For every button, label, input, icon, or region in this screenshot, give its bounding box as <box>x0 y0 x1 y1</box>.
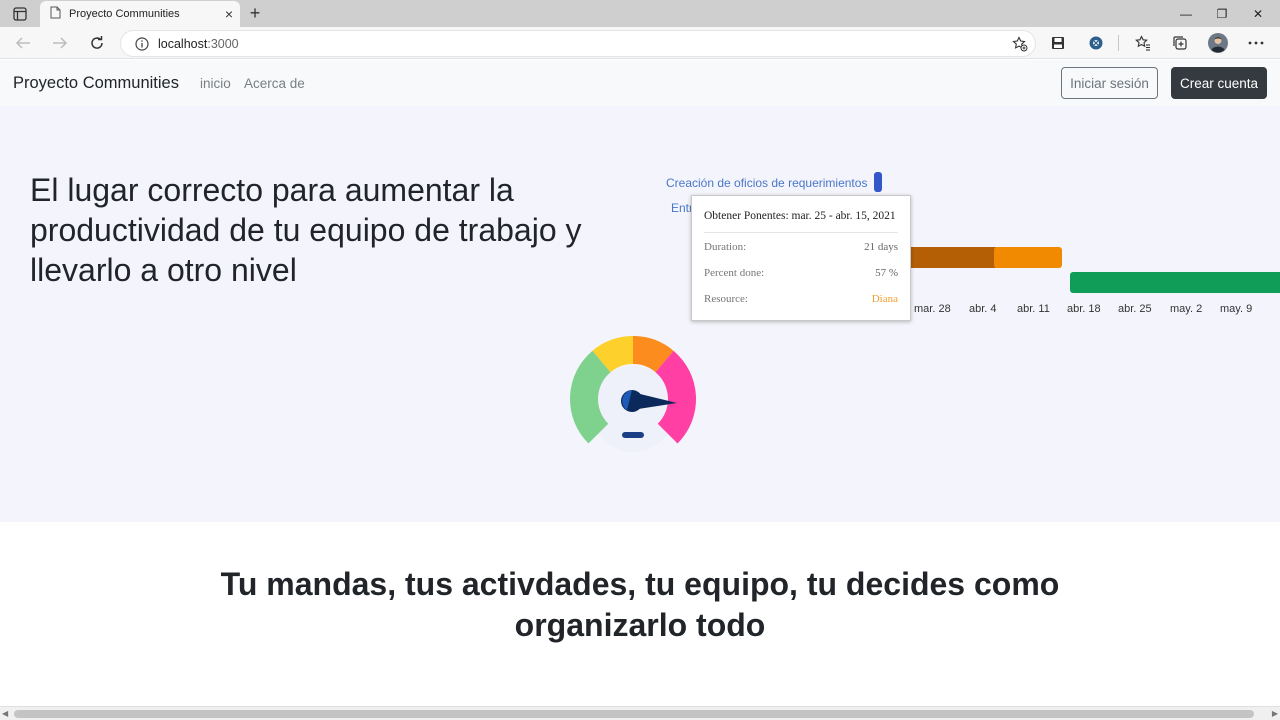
login-button[interactable]: Iniciar sesión <box>1061 67 1158 99</box>
new-tab-button[interactable]: + <box>244 2 266 24</box>
page-viewport: Proyecto Communities inicio Acerca de In… <box>0 60 1280 706</box>
gantt-bar-task2-done[interactable] <box>906 247 998 268</box>
tooltip-row-percent: Percent done: 57 % <box>704 267 898 279</box>
maximize-button[interactable]: ❐ <box>1202 0 1242 27</box>
page-icon <box>50 6 61 22</box>
profile-avatar-icon[interactable] <box>1205 31 1231 55</box>
gantt-bar-task1[interactable] <box>874 172 882 192</box>
toolbar-separator <box>1118 35 1119 51</box>
hero-section: El lugar correcto para aumentar la produ… <box>0 106 1280 522</box>
tooltip-row-resource: Resource: Diana <box>704 293 898 305</box>
tab-actions-icon[interactable] <box>8 3 32 24</box>
tab-title: Proyecto Communities <box>69 8 180 20</box>
tooltip-value: 21 days <box>864 241 898 253</box>
browser-tab[interactable]: Proyecto Communities × <box>40 1 240 27</box>
speedometer-illustration <box>569 336 697 452</box>
url-port: :3000 <box>207 36 239 51</box>
gantt-tick-label: abr. 25 <box>1118 303 1152 315</box>
site-brand[interactable]: Proyecto Communities <box>13 74 179 93</box>
tooltip-row-duration: Duration: 21 days <box>704 241 898 253</box>
reload-icon[interactable] <box>84 31 110 55</box>
extension-save-icon[interactable] <box>1045 31 1071 55</box>
tooltip-label: Resource: <box>704 293 748 305</box>
tooltip-value: 57 % <box>875 267 898 279</box>
nav-link-acerca-de[interactable]: Acerca de <box>244 76 305 91</box>
url-host: localhost <box>158 36 208 51</box>
browser-tab-bar: Proyecto Communities × + — ❐ ✕ <box>0 0 1280 27</box>
back-icon[interactable] <box>10 31 36 55</box>
tab-close-icon[interactable]: × <box>218 6 240 22</box>
forward-icon[interactable] <box>47 31 73 55</box>
browser-toolbar: localhost:3000 <box>0 27 1280 59</box>
address-bar[interactable]: localhost:3000 <box>120 30 1036 57</box>
collections-icon[interactable] <box>1167 31 1193 55</box>
horizontal-scrollbar[interactable]: ◀ ▶ <box>0 706 1280 720</box>
scrollbar-thumb[interactable] <box>14 710 1254 718</box>
tooltip-value: Diana <box>871 293 898 305</box>
gantt-tick-label: abr. 4 <box>969 303 997 315</box>
scroll-right-icon[interactable]: ▶ <box>1268 708 1278 720</box>
scroll-left-icon[interactable]: ◀ <box>2 708 12 720</box>
minimize-button[interactable]: — <box>1166 0 1206 27</box>
gantt-bar-task2-remaining[interactable] <box>994 247 1062 268</box>
gantt-tick-label: mar. 28 <box>914 303 951 315</box>
tooltip-label: Duration: <box>704 241 747 253</box>
nav-link-inicio[interactable]: inicio <box>200 76 231 91</box>
more-options-icon[interactable] <box>1243 31 1269 55</box>
gantt-tooltip: Obtener Ponentes: mar. 25 - abr. 15, 202… <box>691 195 911 321</box>
tooltip-divider <box>704 232 898 233</box>
site-info-icon[interactable] <box>129 36 155 51</box>
add-favorite-icon[interactable] <box>1011 35 1029 53</box>
section-title: Tu mandas, tus activdades, tu equipo, tu… <box>220 566 1060 643</box>
gantt-tick-label: may. 9 <box>1220 303 1253 315</box>
close-window-button[interactable]: ✕ <box>1238 0 1278 27</box>
tooltip-label: Percent done: <box>704 267 765 279</box>
gantt-tick-label: abr. 18 <box>1067 303 1101 315</box>
gantt-tick-label: abr. 11 <box>1017 303 1050 315</box>
site-navbar: Proyecto Communities inicio Acerca de In… <box>0 60 1280 106</box>
signup-button[interactable]: Crear cuenta <box>1171 67 1267 99</box>
gantt-tick-label: may. 2 <box>1170 303 1203 315</box>
tooltip-header: Obtener Ponentes: mar. 25 - abr. 15, 202… <box>704 210 896 222</box>
favorites-icon[interactable] <box>1130 31 1156 55</box>
gauge-readout <box>622 432 644 438</box>
url-text: localhost:3000 <box>158 37 239 51</box>
extension-gear-icon[interactable] <box>1083 31 1109 55</box>
gantt-bar-task3[interactable] <box>1070 272 1280 293</box>
